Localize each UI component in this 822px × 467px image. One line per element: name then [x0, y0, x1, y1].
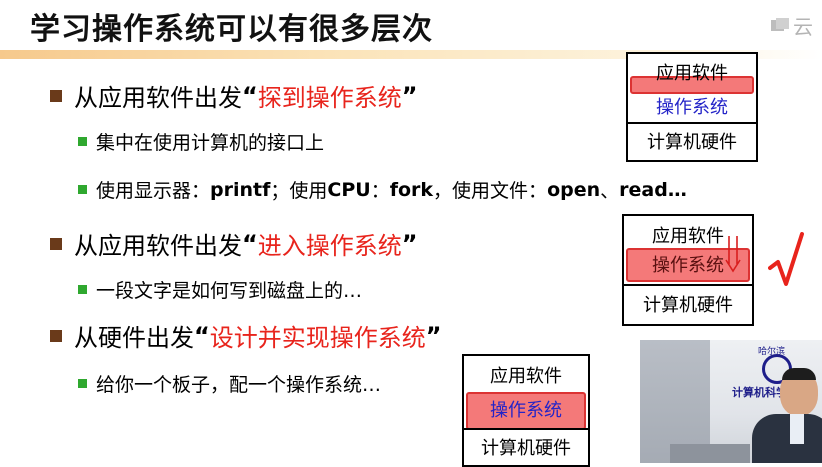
- open-quote: “: [194, 321, 210, 350]
- bullet-text: 从硬件出发: [74, 324, 194, 352]
- layer-hw: 计算机硬件: [647, 132, 737, 153]
- cloud-icon: [771, 18, 789, 31]
- layer-app: 应用软件: [656, 63, 728, 84]
- bullet-text: 、: [600, 180, 620, 202]
- presenter-shirt: [790, 414, 804, 444]
- bullet-square-icon: [50, 329, 62, 342]
- sub-bullet-board: 给你一个板子，配一个操作系统…: [78, 370, 381, 397]
- bullet-highlight: 探到操作系统: [257, 84, 402, 112]
- bullet-highlight: 设计并实现操作系统: [209, 324, 426, 352]
- bullet-explore-os: 从应用软件出发 “探到操作系统”: [50, 78, 418, 113]
- code-open: open: [547, 178, 601, 201]
- layer-hw: 计算机硬件: [481, 437, 571, 459]
- code-fork: fork: [389, 178, 434, 201]
- bullet-text: ；使用: [270, 180, 328, 202]
- logo: 云: [770, 12, 822, 39]
- presenter-hair: [782, 368, 816, 380]
- bullet-square-icon: [78, 285, 87, 294]
- sub-bullet-examples: 使用显示器： printf ；使用 CPU： fork ，使用文件： open、 read…: [78, 176, 687, 203]
- layer-diagram-explore: 应用软件 操作系统 计算机硬件: [626, 52, 758, 162]
- layer-hw: 计算机硬件: [643, 295, 733, 316]
- presenter-suit: [752, 414, 822, 463]
- close-quote: ”: [401, 229, 418, 258]
- bullet-implement-os: 从硬件出发 “设计并实现操作系统”: [50, 318, 442, 353]
- desk: [670, 444, 750, 463]
- code-printf: printf: [210, 178, 271, 201]
- bullet-text: 使用显示器：: [96, 180, 211, 202]
- layer-os: 操作系统: [490, 400, 562, 421]
- bullet-text: ：: [370, 180, 390, 202]
- bullet-square-icon: [78, 185, 87, 194]
- arrow-down-icon: [725, 236, 741, 273]
- bullet-text: 从应用软件出发: [74, 232, 242, 260]
- open-quote: “: [242, 229, 258, 258]
- layer-diagram-enter: 应用软件 操作系统 计算机硬件: [622, 214, 754, 326]
- bullet-square-icon: [50, 237, 62, 250]
- close-quote: ”: [425, 321, 442, 350]
- bullet-text: 集中在使用计算机的接口上: [96, 132, 325, 154]
- bullet-text: ，使用文件：: [433, 180, 548, 202]
- video-banner: 计算机科学: [732, 386, 787, 399]
- code-read: read…: [619, 178, 687, 201]
- presenter-video: 哈尔滨 计算机科学: [640, 340, 822, 463]
- slide: 学习操作系统可以有很多层次 云 从应用软件出发 “探到操作系统” 集中在使用计算机…: [0, 0, 822, 467]
- code-cpu: CPU: [327, 178, 371, 201]
- bullet-text: 一段文字是如何写到磁盘上的…: [96, 280, 363, 302]
- layer-os: 操作系统: [656, 97, 728, 118]
- bullet-text: 从应用软件出发: [74, 84, 242, 112]
- layer-diagram-implement: 应用软件 操作系统 计算机硬件: [462, 354, 590, 467]
- bullet-square-icon: [78, 137, 87, 146]
- bullet-square-icon: [78, 379, 87, 388]
- check-icon: [768, 232, 804, 286]
- video-banner-top: 哈尔滨: [758, 347, 786, 357]
- bullet-highlight: 进入操作系统: [257, 232, 402, 260]
- sub-bullet-interface: 集中在使用计算机的接口上: [78, 128, 324, 155]
- bullet-enter-os: 从应用软件出发 “进入操作系统”: [50, 226, 418, 261]
- close-quote: ”: [401, 81, 418, 110]
- page-title: 学习操作系统可以有很多层次: [30, 12, 433, 47]
- logo-text: 云: [793, 14, 813, 39]
- open-quote: “: [242, 81, 258, 110]
- bullet-text: 给你一个板子，配一个操作系统…: [96, 374, 382, 396]
- layer-app: 应用软件: [490, 366, 562, 387]
- bullet-square-icon: [50, 89, 62, 102]
- sub-bullet-disk: 一段文字是如何写到磁盘上的…: [78, 276, 362, 303]
